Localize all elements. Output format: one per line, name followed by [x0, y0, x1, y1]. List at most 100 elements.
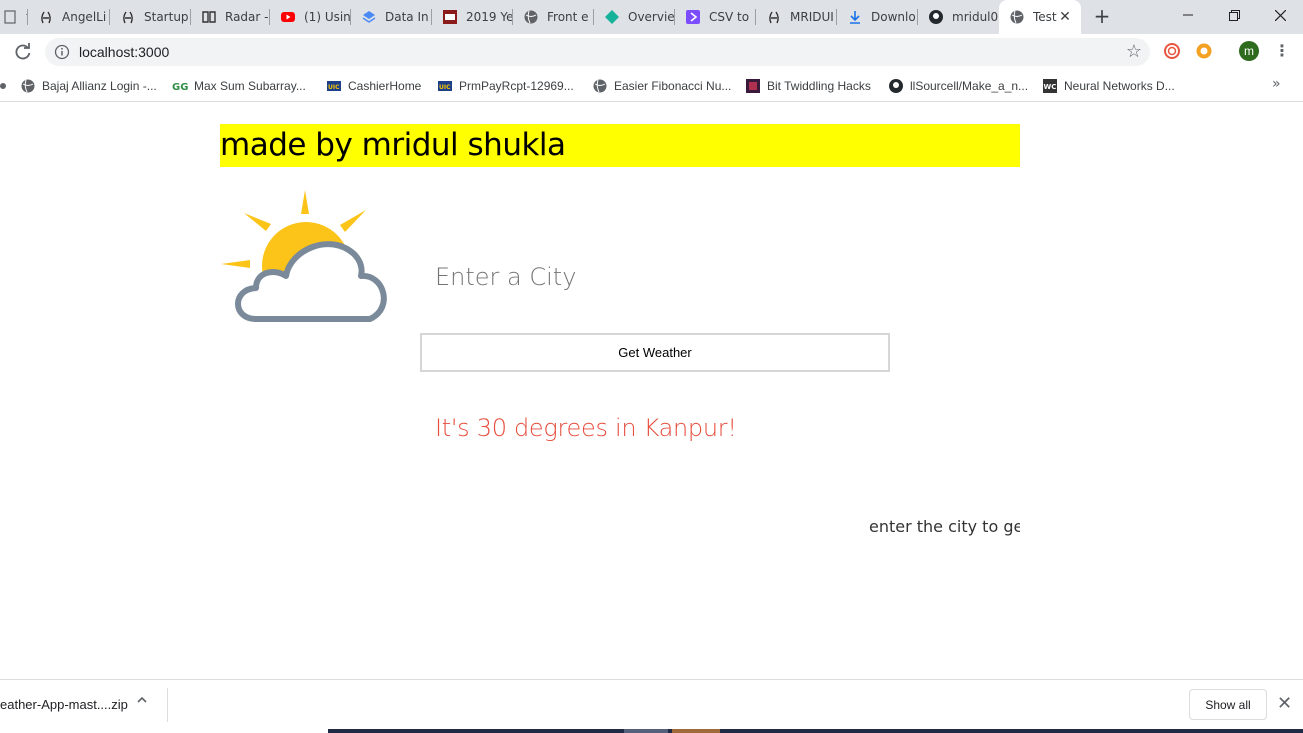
tab-title: 2019 Ye [466, 10, 513, 24]
bookmark-favicon [592, 78, 608, 94]
partly-cloudy-icon [221, 190, 387, 322]
bookmark-partial[interactable] [0, 76, 6, 96]
tab-favicon [201, 9, 217, 25]
tab[interactable]: MRIDUI [756, 0, 837, 34]
uic-icon: UIC [327, 81, 341, 91]
tab[interactable]: 2019 Ye [432, 0, 513, 34]
tab[interactable]: Overvie [594, 0, 675, 34]
extension-honey-icon[interactable] [1195, 42, 1213, 60]
tab[interactable]: Startup [110, 0, 191, 34]
show-all-button[interactable]: Show all [1189, 689, 1267, 720]
bookmark-favicon: UIC [326, 78, 342, 94]
tab-title: MRIDUI [790, 10, 834, 24]
tab-favicon [120, 9, 136, 25]
bookmark-label: Easier Fibonacci Nu... [614, 79, 732, 93]
reload-button[interactable] [12, 41, 34, 63]
svg-text:GG: GG [172, 82, 188, 93]
tab-title: (1) Usin [304, 10, 351, 24]
bookmark-favicon [745, 78, 761, 94]
bookmark-label: Bajaj Allianz Login -... [42, 79, 157, 93]
menu-kebab-icon[interactable]: ⋮ [1274, 42, 1290, 60]
globe-icon [1010, 10, 1024, 24]
tab-favicon [2, 9, 18, 25]
bookmark-item[interactable]: Bit Twiddling Hacks [745, 76, 871, 96]
tab-active[interactable]: Test ✕ [999, 0, 1081, 34]
tab-close-icon[interactable]: ✕ [1057, 9, 1073, 25]
tab[interactable]: mridul0 [918, 0, 999, 34]
bookmark-item[interactable]: llSourcell/Make_a_n... [888, 76, 1028, 96]
bookmark-star-icon[interactable]: ☆ [1126, 41, 1142, 62]
page-content: made by mridul shukla Get Weather It's 3… [0, 103, 1303, 679]
info-icon[interactable] [54, 44, 70, 60]
address-bar[interactable]: localhost:3000 ☆ [45, 38, 1150, 66]
tab[interactable]: Front e [513, 0, 594, 34]
tab[interactable]: CSV to [675, 0, 756, 34]
tab-title: Front e [547, 10, 589, 24]
tab-favicon [361, 9, 377, 25]
restore-button[interactable] [1211, 0, 1257, 30]
diamond-icon [605, 10, 619, 24]
tab[interactable]: Downlo [837, 0, 918, 34]
taskbar-highlight [624, 729, 668, 733]
tab[interactable]: Data In [351, 0, 432, 34]
tab-favicon [604, 9, 620, 25]
taskbar-highlight [672, 729, 720, 733]
bookmark-favicon: UIC [437, 78, 453, 94]
get-weather-button[interactable]: Get Weather [420, 333, 890, 372]
chevron-up-icon[interactable] [136, 694, 148, 706]
tab-favicon [442, 9, 458, 25]
gfg-icon: GG [172, 82, 188, 93]
browser-toolbar: localhost:3000 ☆ [0, 34, 1303, 70]
svg-text:UIC: UIC [439, 84, 451, 91]
shelf-divider [167, 688, 168, 722]
download-shelf: eather-App-mast....zip Show all ✕ [0, 679, 1303, 729]
tab-title: Startup [144, 10, 189, 24]
tab-title: Downlo [871, 10, 916, 24]
reload-icon [15, 43, 31, 60]
close-shelf-icon[interactable]: ✕ [1277, 693, 1292, 714]
svg-text:UIC: UIC [328, 84, 340, 91]
bookmark-label: llSourcell/Make_a_n... [910, 79, 1029, 93]
mojo-icon [443, 10, 457, 24]
uic-icon: UIC [438, 81, 452, 91]
download-item[interactable]: eather-App-mast....zip [0, 692, 128, 718]
close-window-button[interactable] [1257, 0, 1303, 30]
bookmark-item[interactable]: Bajaj Allianz Login -... [20, 76, 157, 96]
extension-swirl-icon[interactable] [1163, 42, 1181, 60]
marquee: enter the city to get t! [220, 515, 1020, 539]
tab[interactable]: Radar - [191, 0, 270, 34]
layers-icon [362, 11, 376, 23]
new-tab-button[interactable]: + [1090, 5, 1114, 29]
tab-title: Data In [385, 10, 429, 24]
address-url[interactable]: localhost:3000 [79, 44, 169, 60]
bookmark-dot-icon [0, 83, 6, 89]
author-banner: made by mridul shukla [220, 124, 1020, 167]
download-file-name[interactable]: eather-App-mast....zip [0, 697, 128, 712]
tab-title: AngelLi [62, 10, 107, 24]
tab[interactable]: (1) Usin [270, 0, 351, 34]
tab[interactable]: AngelLi [28, 0, 110, 34]
github-icon [929, 10, 943, 24]
tab-title: Radar - [225, 10, 269, 24]
os-taskbar [0, 729, 1303, 733]
city-input[interactable] [420, 253, 890, 301]
bookmark-item[interactable]: GG Max Sum Subarray... [172, 76, 306, 96]
bookmark-item[interactable]: UIC CashierHome [326, 76, 421, 96]
angellist-icon [769, 11, 779, 24]
bookmark-item[interactable]: Easier Fibonacci Nu... [592, 76, 731, 96]
bookmark-label: CashierHome [348, 79, 422, 93]
globe-icon [593, 79, 607, 93]
globe-icon [21, 79, 35, 93]
bookmarks-overflow-icon[interactable]: » [1272, 76, 1281, 92]
tab-favicon [928, 9, 944, 25]
profile-avatar[interactable]: m [1239, 41, 1259, 61]
tab[interactable]: t A [0, 0, 28, 34]
minimize-button[interactable] [1165, 0, 1211, 30]
bookmark-item[interactable]: UIC PrmPayRcpt-12969... [437, 76, 574, 96]
angellist-icon [123, 11, 133, 24]
bookmark-item[interactable]: WC Neural Networks D... [1042, 76, 1175, 96]
tab-favicon [847, 9, 863, 25]
bookmark-label: Neural Networks D... [1064, 79, 1175, 93]
youtube-icon [281, 12, 295, 22]
bittwiddle-icon [746, 79, 760, 93]
